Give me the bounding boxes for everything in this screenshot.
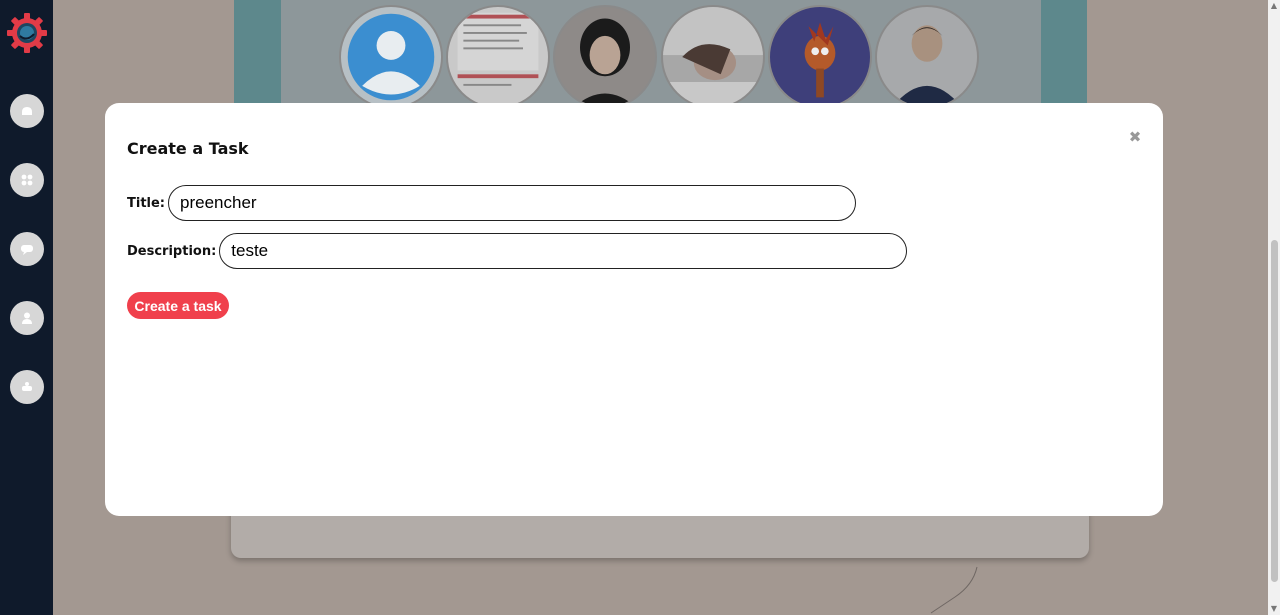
- title-label: Title:: [127, 195, 166, 211]
- description-label: Description:: [127, 243, 217, 259]
- sidebar-item-bot[interactable]: [10, 370, 44, 404]
- sidebar-item-profile[interactable]: [10, 301, 44, 335]
- chat-icon: [21, 245, 33, 255]
- gear-logo-icon[interactable]: [6, 12, 48, 54]
- robot-icon: [22, 382, 32, 391]
- scroll-down-icon[interactable]: ▼: [1270, 605, 1278, 613]
- title-input[interactable]: [168, 185, 857, 221]
- create-task-modal: Create a Task ✖ Title: Description: Crea…: [105, 103, 1163, 516]
- background-decoration: [930, 566, 978, 614]
- description-input[interactable]: [219, 233, 908, 269]
- sidebar-item-home[interactable]: [10, 94, 44, 128]
- sidebar-item-dashboard[interactable]: [10, 163, 44, 197]
- description-field-row: Description:: [127, 233, 908, 269]
- avatar-person-2: [661, 5, 765, 109]
- sidebar: [0, 0, 53, 615]
- avatar-cartoon: [768, 5, 872, 109]
- avatar-default: [339, 5, 443, 109]
- grid-icon: [21, 174, 33, 186]
- avatar-person-3: [875, 5, 979, 109]
- avatar-person-1: [553, 5, 657, 109]
- sidebar-item-chat[interactable]: [10, 232, 44, 266]
- modal-title: Create a Task: [127, 139, 249, 158]
- user-icon: [22, 312, 32, 324]
- close-icon[interactable]: ✖: [1127, 129, 1143, 145]
- home-icon: [22, 107, 32, 115]
- create-task-button[interactable]: Create a task: [127, 292, 229, 319]
- page-scrollbar[interactable]: ▲ ▼: [1268, 0, 1280, 615]
- title-field-row: Title:: [127, 185, 857, 221]
- scrollbar-thumb[interactable]: [1271, 240, 1278, 582]
- scroll-up-icon[interactable]: ▲: [1270, 2, 1278, 10]
- avatar-screenshot: [446, 5, 550, 109]
